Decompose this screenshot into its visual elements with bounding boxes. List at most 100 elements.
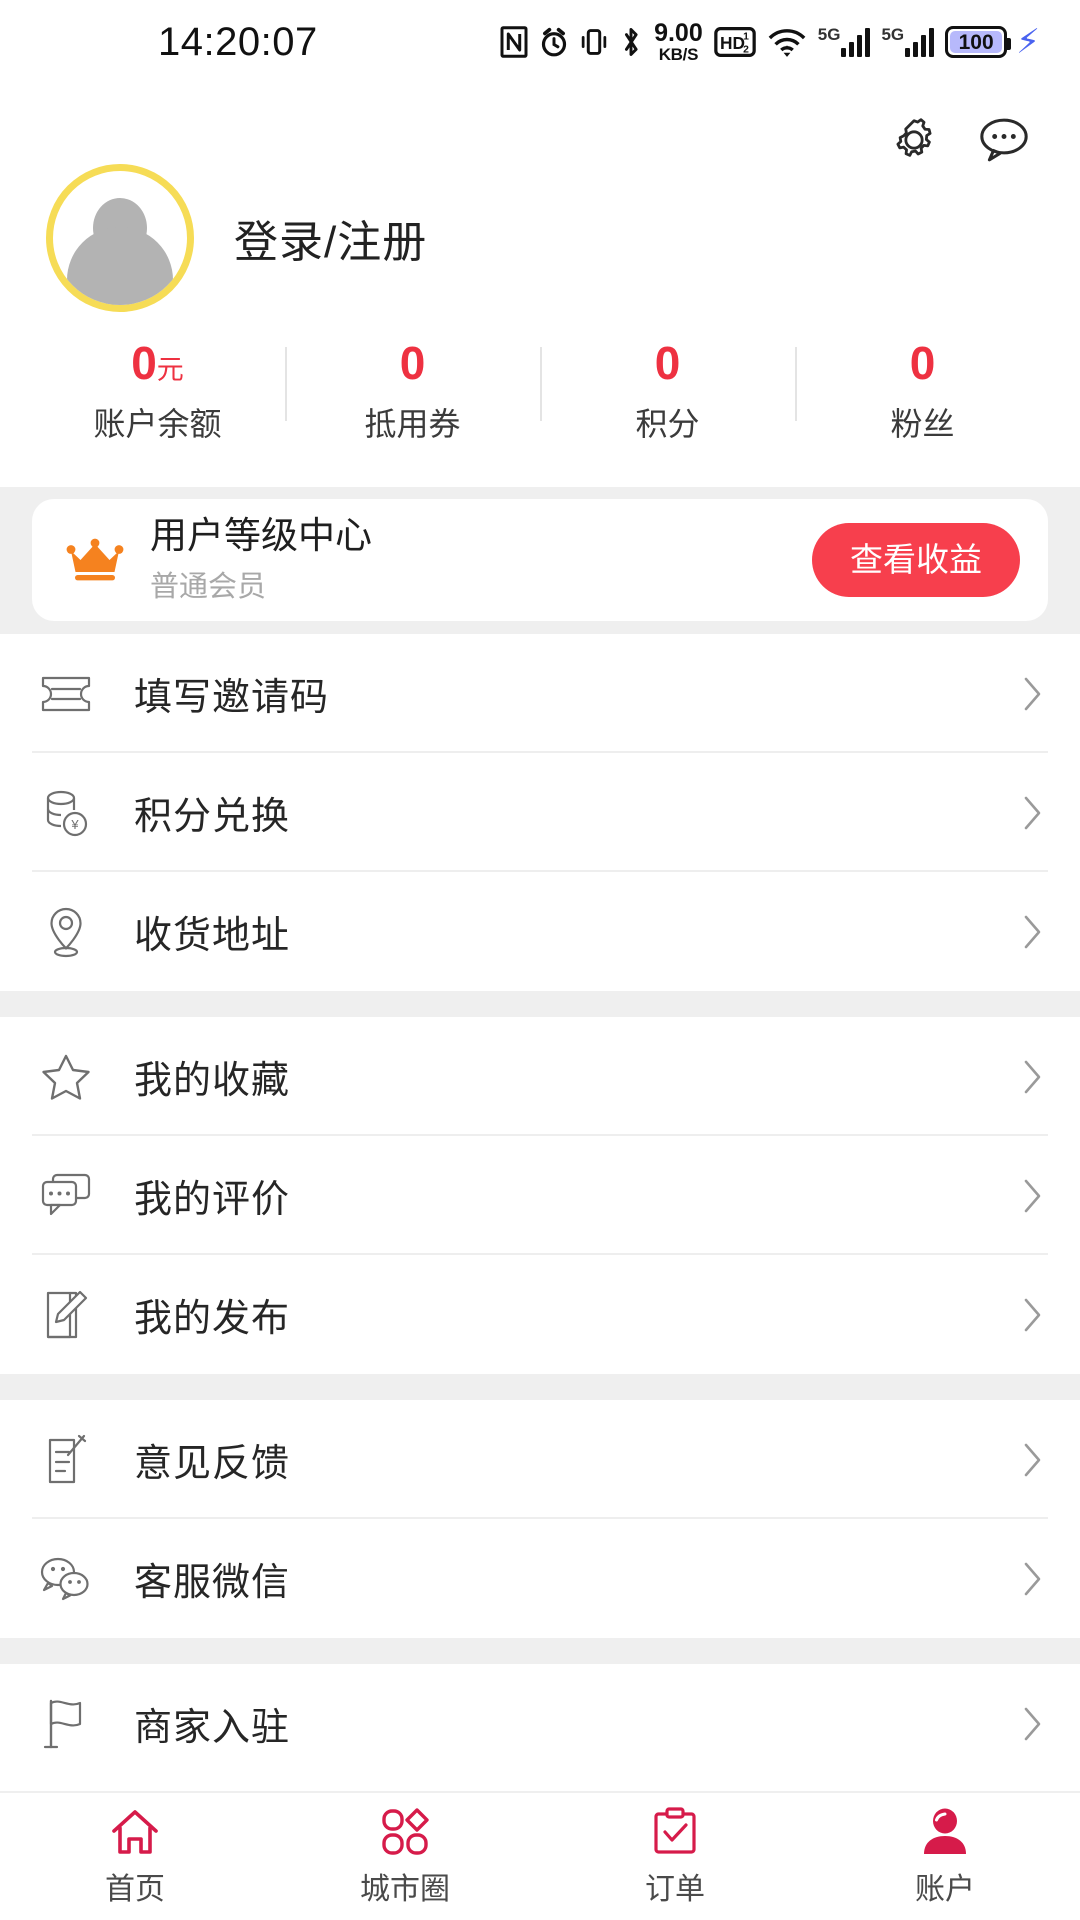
stat-coupons-label: 抵用券 [364,406,461,443]
bluetooth-icon [619,25,643,59]
svg-text:2: 2 [743,44,749,55]
wifi-icon [767,26,807,58]
tab-city-circle[interactable]: 城市圈 [270,1793,540,1920]
chat-bubble-icon[interactable] [976,112,1032,168]
ticket-icon [38,666,94,722]
tab-orders-label: 订单 [645,1872,705,1906]
account-stats: 0元 账户余额 0 抵用券 0 积分 0 粉丝 [0,339,1080,445]
gear-icon[interactable] [886,112,942,168]
member-card-title: 用户等级中心 [150,514,372,556]
chevron-right-icon [1024,1443,1041,1476]
status-bar-icons: 9.00 KB/S HD 1 2 5G 5G 100 ⚡ [500,21,1044,63]
chevron-right-icon [1024,1707,1041,1740]
menu-section-divider [0,1638,1080,1664]
sim1-network-label: 5G [817,25,841,44]
person-filled-icon [924,1808,966,1854]
login-register-label[interactable]: 登录/注册 [234,206,427,270]
view-earnings-button[interactable]: 查看收益 [812,523,1020,597]
menu-item-shipping-address[interactable]: 收货地址 [0,872,1080,991]
default-avatar-icon[interactable] [46,164,194,312]
battery-percent-label: 100 [958,30,994,54]
menu-item-feedback[interactable]: 意见反馈 [0,1400,1080,1519]
tab-home[interactable]: 首页 [0,1793,270,1920]
menu-item-invite-code[interactable]: 填写邀请码 [0,634,1080,753]
stat-points[interactable]: 0 积分 [540,339,795,445]
chevron-right-icon [1024,915,1041,948]
stat-fans-value: 0 [909,337,936,389]
flag-icon [38,1696,94,1752]
menu-item-feedback-label: 意见反馈 [134,1443,291,1485]
profile-login-block[interactable]: 登录/注册 [46,164,427,312]
menu-group-support: 意见反馈 客服微信 [0,1400,1080,1638]
menu-item-invite-code-label: 填写邀请码 [134,677,330,719]
stat-points-label: 积分 [635,406,700,443]
menu-item-favorites-label: 我的收藏 [134,1060,291,1102]
menu-section-divider [0,1374,1080,1400]
menu-item-points-exchange[interactable]: ¥ 积分兑换 [0,753,1080,872]
menu-item-my-posts[interactable]: 我的发布 [0,1255,1080,1374]
network-speed-unit: KB/S [658,45,699,64]
menu-item-favorites[interactable]: 我的收藏 [0,1017,1080,1136]
menu-item-customer-service-wechat[interactable]: 客服微信 [0,1519,1080,1638]
vibrate-icon [580,26,608,58]
location-pin-icon [38,904,94,960]
menu-item-reviews-label: 我的评价 [134,1179,291,1221]
network-speed-value: 9.00 [654,19,703,47]
edit-note-icon [38,1287,94,1343]
nfc-icon [500,26,528,58]
petals-icon [382,1807,429,1855]
menu-group-account: 填写邀请码 ¥ 积分兑换 收货地址 [0,634,1080,991]
stat-fans[interactable]: 0 粉丝 [795,339,1050,445]
network-speed-indicator: 9.00 KB/S [654,19,703,64]
svg-text:1: 1 [743,32,749,43]
sim1-signal-bars [841,27,871,57]
battery-icon: 100 [945,26,1012,58]
sim1-signal-indicator: 5G [817,25,871,57]
sim2-signal-indicator: 5G [881,26,935,57]
alarm-icon [539,26,569,58]
menu-item-my-posts-label: 我的发布 [134,1298,291,1340]
member-card-subtitle: 普通会员 [150,571,267,604]
stat-balance[interactable]: 0元 账户余额 [30,339,285,445]
tab-account-label: 账户 [915,1872,975,1906]
hd-voice-icon: HD 1 2 [713,27,756,57]
chevron-right-icon [1024,677,1041,710]
stat-balance-unit: 元 [156,355,184,385]
chevron-right-icon [1024,1298,1041,1331]
wechat-icon [38,1551,94,1607]
sim2-signal-bars [905,27,935,57]
profile-header: 登录/注册 0元 账户余额 0 抵用券 0 积分 0 粉丝 [0,84,1080,487]
status-bar: 14:20:07 9.00 KB/S HD 1 2 5G 5G 100 ⚡ [0,0,1080,84]
menu-item-shipping-address-label: 收货地址 [134,915,291,957]
member-card-band: 用户等级中心 普通会员 查看收益 [0,487,1080,634]
tab-orders[interactable]: 订单 [540,1793,810,1920]
header-action-icons [886,112,1032,168]
menu-item-customer-service-wechat-label: 客服微信 [134,1562,291,1604]
stat-coupons-value: 0 [399,337,426,389]
chevron-right-icon [1024,1562,1041,1595]
star-icon [38,1049,94,1105]
menu-group-activity: 我的收藏 我的评价 我的发布 [0,1017,1080,1374]
stat-balance-label: 账户余额 [93,406,222,443]
menu-item-reviews[interactable]: 我的评价 [0,1136,1080,1255]
bottom-tab-bar: 首页 城市圈 订单 账户 [0,1791,1080,1920]
menu-item-points-exchange-label: 积分兑换 [134,796,291,838]
feedback-icon [38,1432,94,1488]
tab-account[interactable]: 账户 [810,1793,1080,1920]
stat-balance-value: 0 [131,337,157,389]
menu-section-divider [0,991,1080,1017]
stat-points-value: 0 [654,337,681,389]
member-level-card[interactable]: 用户等级中心 普通会员 查看收益 [32,499,1048,621]
crown-icon [66,538,124,581]
home-icon [112,1809,158,1854]
coins-icon: ¥ [38,785,94,841]
tab-home-label: 首页 [105,1872,165,1906]
menu-item-merchant-onboarding-label: 商家入驻 [134,1707,291,1749]
status-bar-clock: 14:20:07 [158,19,318,64]
menu-item-merchant-onboarding[interactable]: 商家入驻 [0,1664,1080,1783]
stat-coupons[interactable]: 0 抵用券 [285,339,540,445]
stat-fans-label: 粉丝 [890,406,955,443]
svg-text:HD: HD [720,33,745,53]
charging-bolt-icon: ⚡ [1016,23,1040,61]
chevron-right-icon [1024,1179,1041,1212]
